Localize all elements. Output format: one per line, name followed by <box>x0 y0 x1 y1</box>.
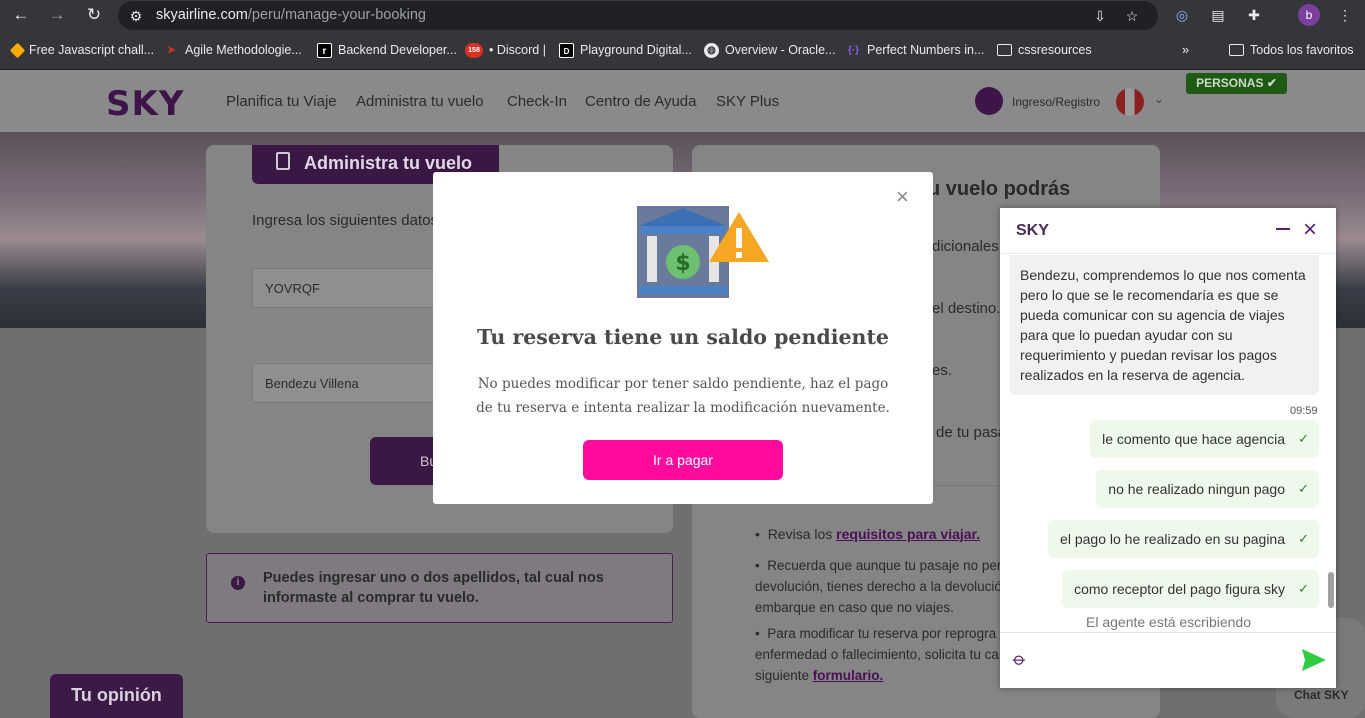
check-icon: ✓ <box>1298 531 1309 546</box>
extension-icon[interactable]: ◎ <box>1172 5 1192 25</box>
bookmark-folder[interactable]: cssresources <box>997 40 1092 60</box>
more-bookmarks-icon[interactable]: » <box>1182 40 1189 60</box>
address-bar[interactable]: ⚙ skyairline.com/peru/manage-your-bookin… <box>118 1 1158 30</box>
nav-administra[interactable]: Administra tu vuelo <box>356 93 484 110</box>
discord-badge-icon: 158 <box>465 42 483 58</box>
typing-indicator: El agente está escribiendo <box>1086 614 1251 630</box>
site-header: SKY Planifica tu Viaje Administra tu vue… <box>0 70 1365 132</box>
puzzle-icon[interactable]: ✚ <box>1244 5 1264 25</box>
forward-icon[interactable]: → <box>45 4 69 26</box>
minimize-icon[interactable] <box>1276 228 1290 230</box>
benefit-fragment: de tu pasa <box>936 424 1007 441</box>
user-message: como receptor del pago figura sky ✓ <box>1062 570 1319 608</box>
clipboard-icon <box>276 152 290 170</box>
requisitos-link[interactable]: requisitos para viajar. <box>836 526 980 542</box>
bullet-requisitos: • Revisa los requisitos para viajar. <box>755 526 981 542</box>
bookmark-favicon-icon: ➤ <box>167 44 176 56</box>
bookmark-item[interactable]: Free Javascript chall... <box>9 40 154 60</box>
site-settings-icon[interactable]: ⚙ <box>126 6 146 26</box>
chat-input[interactable] <box>1044 643 1284 679</box>
sky-logo[interactable]: SKY <box>106 84 184 124</box>
more-icon[interactable]: ⋮ <box>1335 5 1355 25</box>
profile-avatar[interactable]: b <box>1298 4 1320 26</box>
bookmark-item[interactable]: {·} Perfect Numbers in... <box>846 40 984 60</box>
user-message: le comento que hace agencia ✓ <box>1090 420 1319 458</box>
bookmark-star-icon[interactable]: ☆ <box>1122 6 1142 26</box>
all-bookmarks-folder[interactable]: Todos los favoritos <box>1229 40 1354 60</box>
bookmark-item[interactable]: 158 • Discord | <box>465 40 546 60</box>
login-link[interactable]: Ingreso/Registro <box>1012 95 1100 109</box>
bookmark-favicon-icon: {·} <box>847 44 860 56</box>
user-message: el pago lo he realizado en su pagina ✓ <box>1048 520 1319 558</box>
printer-icon[interactable]: ▤ <box>1208 5 1228 25</box>
info-text: Puedes ingresar uno o dos apellidos, tal… <box>263 570 604 606</box>
install-app-icon[interactable]: ⇩ <box>1090 6 1110 26</box>
warning-icon <box>707 210 771 271</box>
benefit-fragment: el destino. <box>932 300 1001 317</box>
modal-text: No puedes modificar por tener saldo pend… <box>476 376 890 416</box>
chat-input-area[interactable]: ⌀ <box>1000 632 1336 688</box>
nav-checkin[interactable]: Check-In <box>507 93 567 110</box>
nav-ayuda[interactable]: Centro de Ayuda <box>585 93 696 110</box>
svg-text:$: $ <box>675 251 690 276</box>
chat-scrollbar[interactable] <box>1328 572 1334 608</box>
chat-close-icon[interactable]: × <box>1303 217 1317 243</box>
benefits-heading: u vuelo podrás <box>928 178 1071 200</box>
user-message: no he realizado ningun pago ✓ <box>1096 470 1319 508</box>
check-icon: ✓ <box>1298 581 1309 596</box>
back-icon[interactable]: ← <box>9 4 33 26</box>
pay-button[interactable]: Ir a pagar <box>583 440 783 480</box>
check-icon: ✓ <box>1298 431 1309 446</box>
formulario-link[interactable]: formulario. <box>813 668 884 683</box>
info-box: i Puedes ingresar uno o dos apellidos, t… <box>206 553 673 623</box>
chevron-down-icon[interactable]: ⌄ <box>1154 92 1164 106</box>
bookmark-item[interactable]: ◍ Overview - Oracle... <box>704 40 835 60</box>
bullet-devolucion: • Recuerda que aunque tu pasaje no per d… <box>755 558 1010 615</box>
chat-header: SKY × <box>1000 208 1336 254</box>
bookmark-item[interactable]: r Backend Developer... <box>317 40 457 60</box>
booking-code-input[interactable]: YOVRQF <box>252 268 452 308</box>
folder-icon <box>1229 44 1244 56</box>
check-icon: ✓ <box>1298 481 1309 496</box>
benefit-fragment: es. <box>932 362 953 379</box>
nav-planifica[interactable]: Planifica tu Viaje <box>226 93 337 110</box>
pending-balance-modal: × $ Tu reserva tiene un saldo pendiente … <box>433 172 933 504</box>
personas-button[interactable]: PERSONAS ✔ <box>1186 73 1287 94</box>
peru-flag-icon[interactable] <box>1116 88 1144 116</box>
lastname-input[interactable]: Bendezu Villena <box>252 363 452 403</box>
bookmarks-bar: Free Javascript chall... ➤ Agile Methodol… <box>0 31 1365 70</box>
agent-message: Bendezu, comprendemos lo que nos comenta… <box>1010 255 1319 395</box>
bullet-modificar: • Para modificar tu reserva por reprogra… <box>755 626 1004 683</box>
chat-messages[interactable]: Bendezu, comprendemos lo que nos comenta… <box>1000 255 1336 633</box>
nav-skyplus[interactable]: SKY Plus <box>716 93 779 110</box>
url-text[interactable]: skyairline.com/peru/manage-your-booking <box>156 7 426 23</box>
chat-title: SKY <box>1016 222 1049 239</box>
reload-icon[interactable]: ↻ <box>82 4 106 26</box>
bookmark-favicon-icon: r <box>317 42 332 58</box>
bookmark-item[interactable]: ➤ Agile Methodologie... <box>164 40 301 60</box>
user-icon[interactable] <box>975 87 1003 115</box>
card-intro: Ingresa los siguientes datos <box>252 212 438 229</box>
globe-icon: ◍ <box>704 42 719 58</box>
send-icon[interactable] <box>1302 649 1326 676</box>
bookmark-favicon-icon <box>9 42 26 58</box>
attach-icon[interactable]: ⌀ <box>1008 648 1031 671</box>
folder-icon <box>997 44 1012 56</box>
browser-toolbar: ← → ↻ ⚙ skyairline.com/peru/manage-your-… <box>0 0 1365 31</box>
chat-window: SKY × Bendezu, comprendemos lo que nos c… <box>1000 208 1336 688</box>
bookmark-favicon-icon: D <box>559 42 574 58</box>
bookmark-item[interactable]: D Playground Digital... <box>559 40 692 60</box>
message-time: 09:59 <box>1290 405 1318 417</box>
info-icon: i <box>231 576 245 590</box>
close-icon[interactable]: × <box>896 186 909 208</box>
modal-title: Tu reserva tiene un saldo pendiente <box>477 325 889 349</box>
opinion-button[interactable]: Tu opinión <box>50 674 183 718</box>
